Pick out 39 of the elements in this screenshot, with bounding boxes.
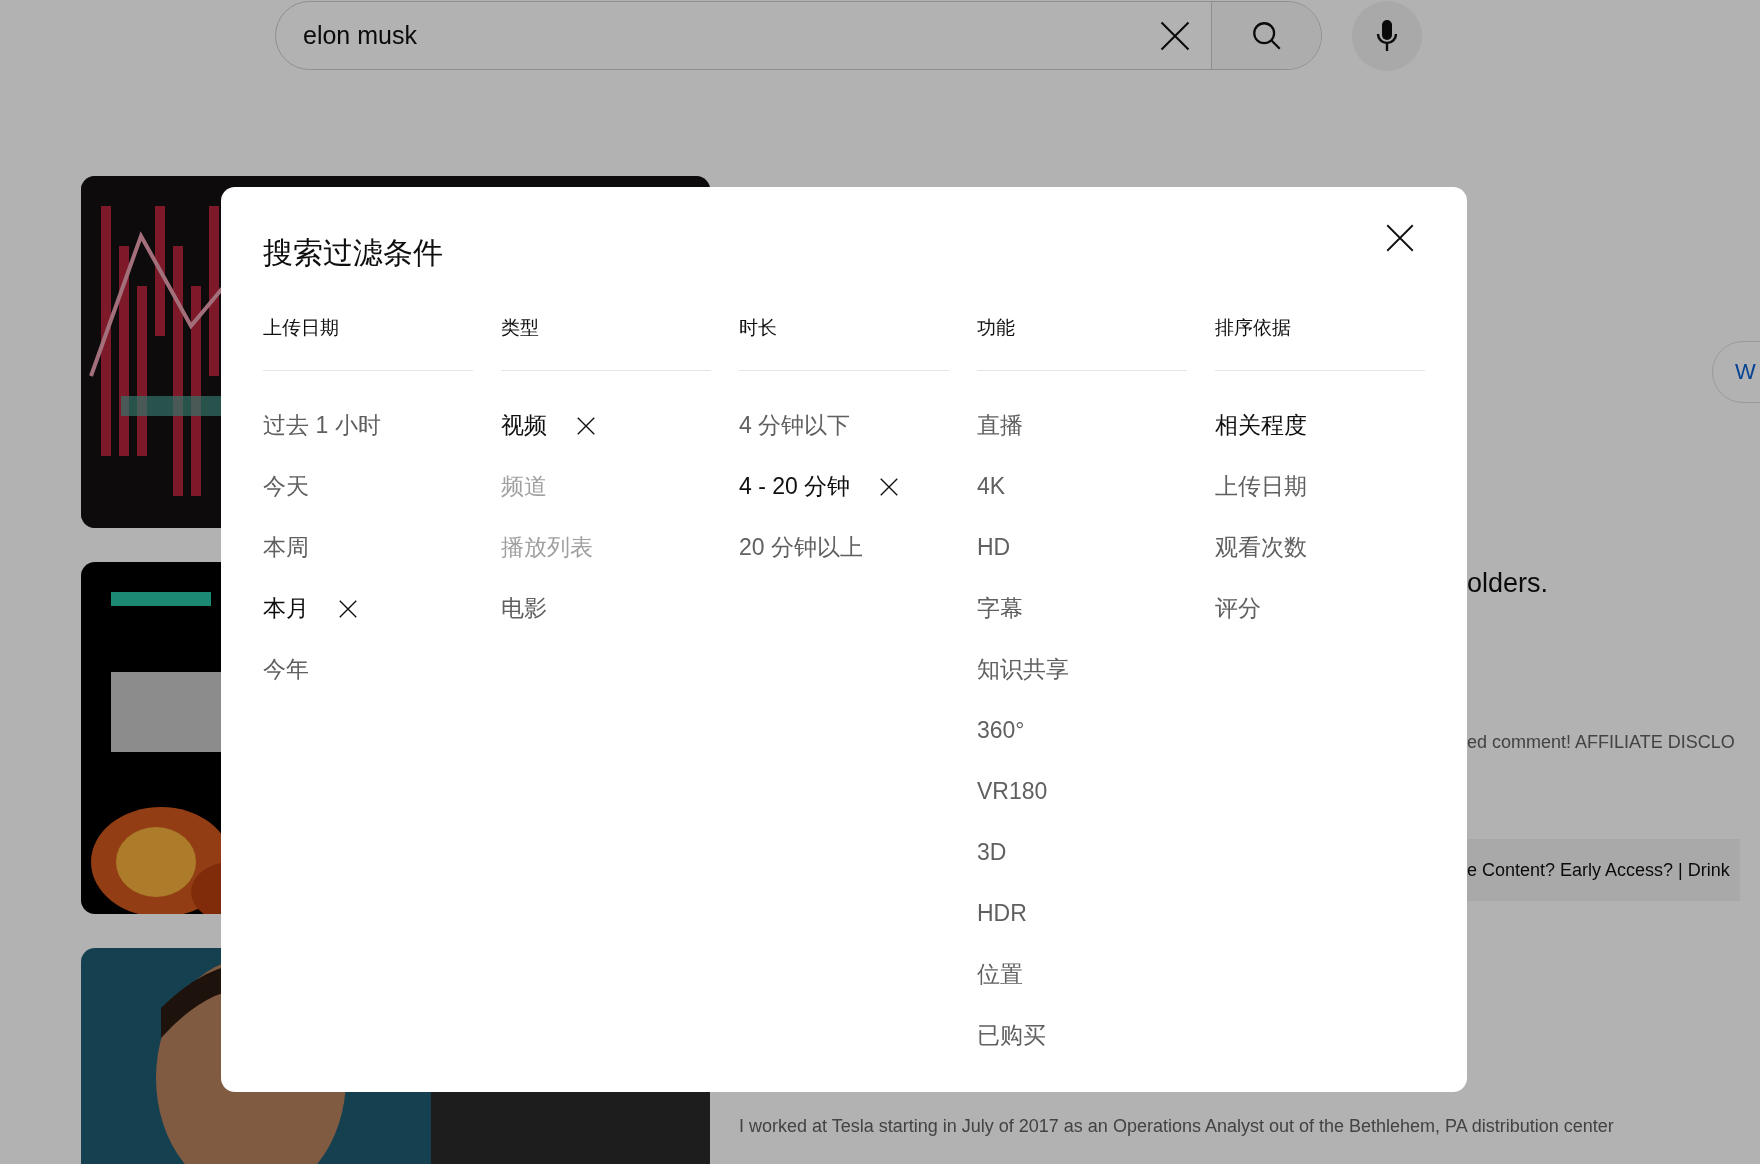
filter-option[interactable]: 字幕 bbox=[977, 593, 1023, 624]
video-title[interactable]: olders. bbox=[1467, 565, 1549, 601]
video-description: I worked at Tesla starting in July of 2017 as an Operations Analyst out of the Bethlehem, PA distribution center bbox=[739, 1115, 1614, 1138]
filter-heading: 时长 bbox=[739, 316, 949, 371]
filter-option[interactable]: 360° bbox=[977, 717, 1025, 744]
filter-option[interactable]: 知识共享 bbox=[977, 654, 1069, 685]
dialog-title: 搜索过滤条件 bbox=[263, 235, 443, 271]
filter-option[interactable]: 直播 bbox=[977, 410, 1023, 441]
filter-option[interactable]: VR180 bbox=[977, 778, 1048, 805]
filter-option[interactable]: 本周 bbox=[263, 532, 309, 563]
filter-option[interactable]: 4K bbox=[977, 473, 1006, 500]
filter-option[interactable]: 今年 bbox=[263, 654, 309, 685]
filter-option[interactable]: 本月 bbox=[263, 593, 309, 624]
microphone-icon bbox=[1375, 18, 1399, 53]
filter-option[interactable]: 位置 bbox=[977, 959, 1023, 990]
sort-option[interactable]: 评分 bbox=[1215, 593, 1261, 624]
side-button[interactable]: W bbox=[1712, 341, 1760, 403]
search-button[interactable] bbox=[1211, 2, 1321, 69]
filter-option[interactable]: 已购买 bbox=[977, 1020, 1046, 1051]
sort-option[interactable]: 观看次数 bbox=[1215, 532, 1307, 563]
filter-option[interactable]: 今天 bbox=[263, 471, 309, 502]
search-input[interactable]: elon musk bbox=[276, 20, 1139, 51]
filter-option[interactable]: 4 - 20 分钟 bbox=[739, 471, 851, 502]
filter-option[interactable]: 4 分钟以下 bbox=[739, 410, 851, 441]
sort-option[interactable]: 相关程度 bbox=[1215, 410, 1307, 441]
membership-chip: e Content? Early Access? | Drink bbox=[1467, 839, 1740, 901]
video-description: ed comment! AFFILIATE DISCLO bbox=[1467, 731, 1735, 754]
filter-option[interactable]: HDR bbox=[977, 900, 1027, 927]
filter-option[interactable]: 3D bbox=[977, 839, 1007, 866]
filter-option[interactable]: 20 分钟以上 bbox=[739, 532, 863, 563]
filter-option[interactable]: 视频 bbox=[501, 410, 547, 441]
filter-option[interactable]: 电影 bbox=[501, 593, 547, 624]
sort-option[interactable]: 上传日期 bbox=[1215, 471, 1307, 502]
filter-option[interactable]: HD bbox=[977, 534, 1011, 561]
filter-heading: 功能 bbox=[977, 316, 1187, 371]
filter-option[interactable]: 过去 1 小时 bbox=[263, 410, 381, 441]
filter-heading: 上传日期 bbox=[263, 316, 473, 371]
filter-heading: 类型 bbox=[501, 316, 711, 371]
filter-heading: 排序依据 bbox=[1215, 316, 1425, 371]
